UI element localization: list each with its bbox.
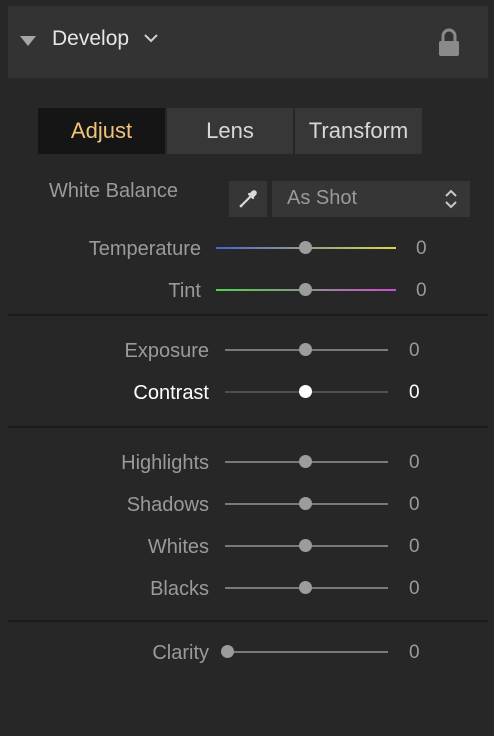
tint-label: Tint <box>168 280 201 302</box>
whites-value[interactable]: 0 <box>409 536 420 558</box>
blacks-slider-thumb[interactable] <box>299 581 312 594</box>
tab-lens[interactable]: Lens <box>167 108 293 154</box>
chevron-down-icon[interactable] <box>142 31 160 45</box>
clarity-label: Clarity <box>152 642 209 664</box>
panel-header[interactable]: Develop <box>8 6 488 78</box>
shadows-value[interactable]: 0 <box>409 494 420 516</box>
whites-slider-thumb[interactable] <box>299 539 312 552</box>
exposure-slider-thumb[interactable] <box>299 343 312 356</box>
contrast-label: Contrast <box>133 382 209 404</box>
whites-label: Whites <box>147 536 209 558</box>
contrast-slider-thumb[interactable] <box>299 385 312 398</box>
highlights-label: Highlights <box>121 452 209 474</box>
shadows-slider-thumb[interactable] <box>299 497 312 510</box>
clarity-slider-thumb[interactable] <box>221 645 234 658</box>
section-divider <box>8 314 488 316</box>
tab-transform[interactable]: Transform <box>295 108 422 154</box>
highlights-value[interactable]: 0 <box>409 452 420 474</box>
tab-adjust[interactable]: Adjust <box>38 108 165 154</box>
section-divider <box>8 426 488 428</box>
eyedropper-button[interactable] <box>229 181 267 217</box>
temperature-slider-thumb[interactable] <box>299 241 312 254</box>
panel-title[interactable]: Develop <box>52 27 129 51</box>
up-down-arrows-icon <box>445 189 457 209</box>
temperature-value[interactable]: 0 <box>416 238 427 260</box>
blacks-label: Blacks <box>150 578 209 600</box>
tint-slider-thumb[interactable] <box>299 283 312 296</box>
lock-icon[interactable] <box>438 28 460 58</box>
exposure-label: Exposure <box>124 340 210 362</box>
contrast-value[interactable]: 0 <box>409 382 420 404</box>
clarity-value[interactable]: 0 <box>409 642 420 664</box>
white-balance-select[interactable]: As Shot <box>272 181 470 217</box>
temperature-label: Temperature <box>88 238 201 260</box>
section-divider <box>8 620 488 622</box>
tab-bar: Adjust Lens Transform <box>38 108 422 154</box>
develop-panel: Develop Adjust Lens Transform White Bala… <box>0 0 494 736</box>
blacks-value[interactable]: 0 <box>409 578 420 600</box>
white-balance-value: As Shot <box>287 187 358 209</box>
tint-value[interactable]: 0 <box>416 280 427 302</box>
eyedropper-icon <box>239 190 257 208</box>
clarity-slider-track[interactable] <box>225 651 388 653</box>
collapse-triangle-icon[interactable] <box>20 36 36 46</box>
white-balance-label: White Balance <box>49 180 178 202</box>
shadows-label: Shadows <box>126 494 209 516</box>
highlights-slider-thumb[interactable] <box>299 455 312 468</box>
exposure-value[interactable]: 0 <box>409 340 420 362</box>
